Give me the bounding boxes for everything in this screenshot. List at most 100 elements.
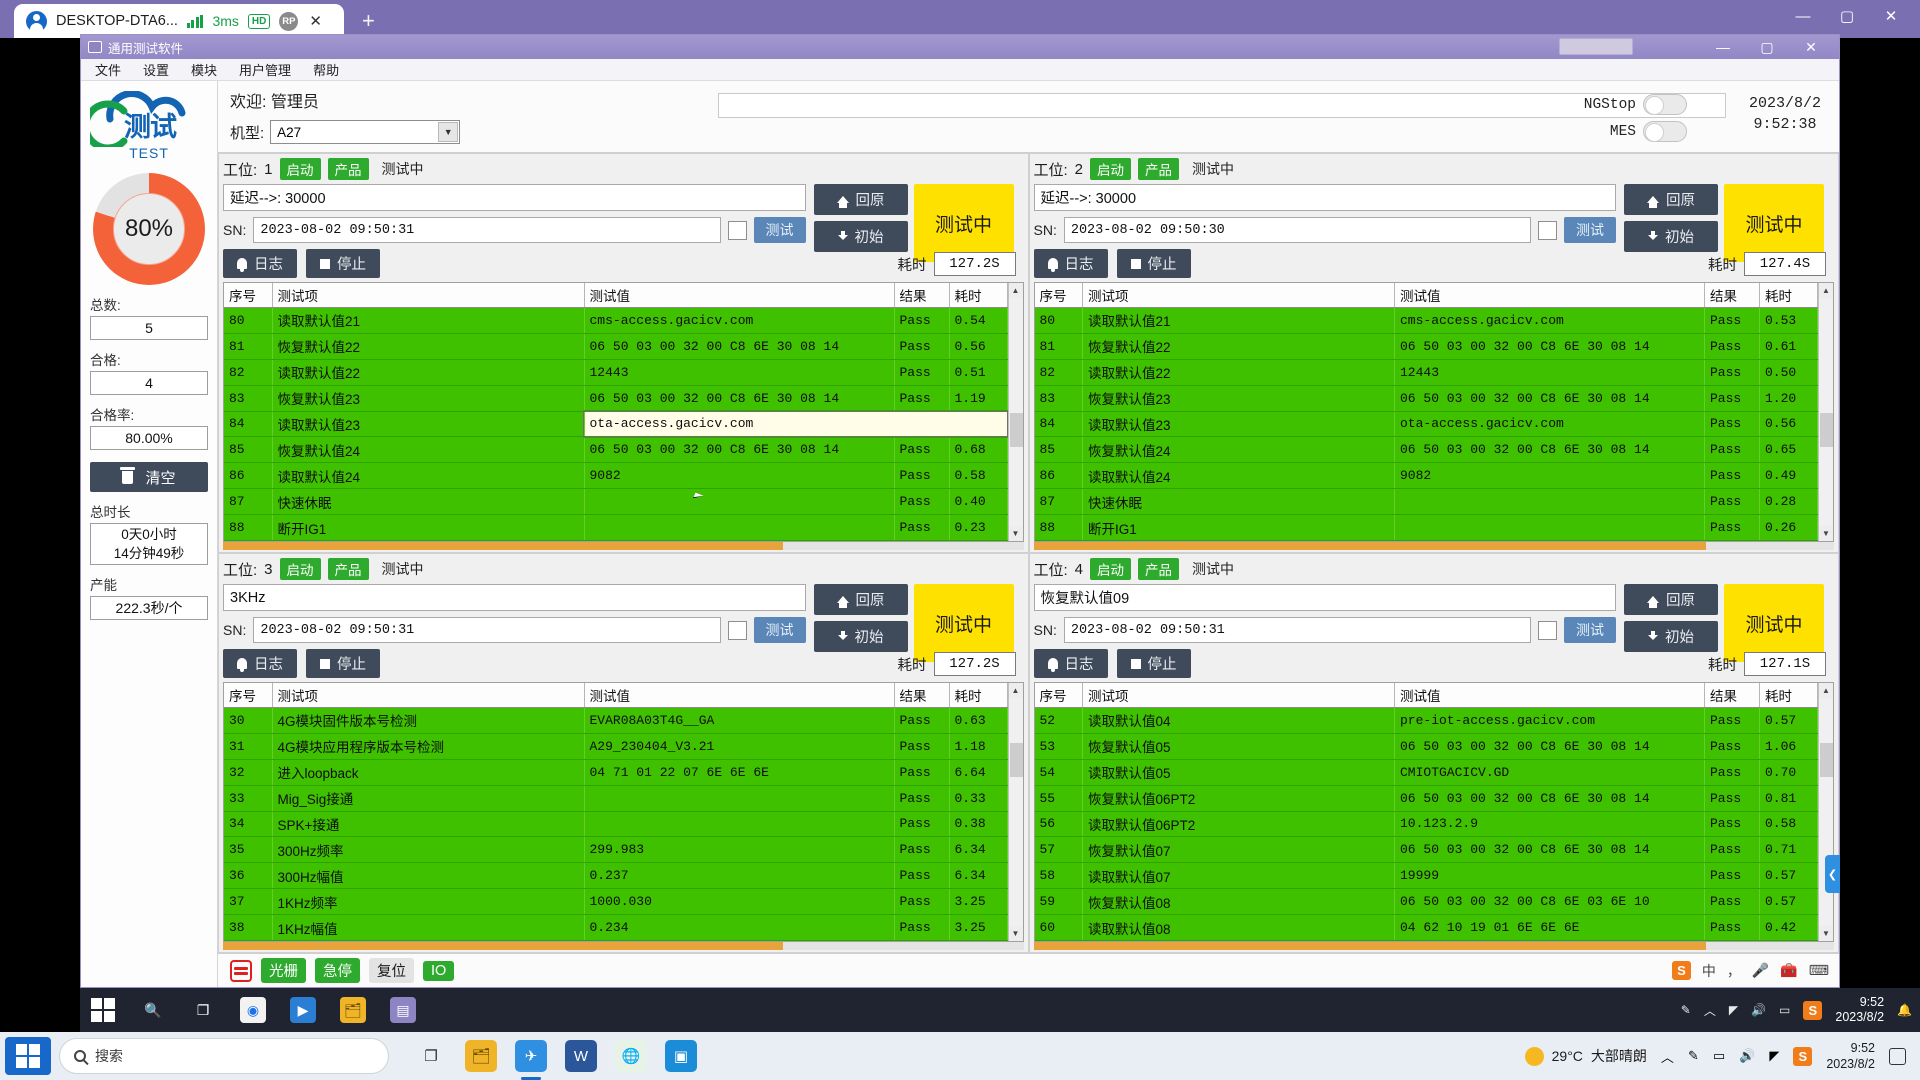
- remote-chevron-up-icon[interactable]: ︿: [1704, 1002, 1716, 1019]
- sn-input[interactable]: 2023-08-02 09:50:31: [253, 217, 721, 243]
- table-row[interactable]: 84 读取默认值23 ota-access.gacicv.com: [224, 410, 1008, 438]
- table-row[interactable]: 33 Mig_Sig接通 Pass 0.33: [224, 785, 1008, 812]
- delay-field[interactable]: 3KHz: [223, 584, 806, 611]
- init-button[interactable]: 初始: [1624, 621, 1718, 652]
- menu-item-file[interactable]: 文件: [95, 60, 121, 79]
- microphone-icon[interactable]: 🎤: [1752, 962, 1769, 979]
- table-row[interactable]: 83 恢复默认值23 06 50 03 00 32 00 C8 6E 30 08 1…: [224, 385, 1008, 412]
- table-row[interactable]: 88 断开IG1 Pass 0.23: [224, 514, 1008, 541]
- host-battery-icon[interactable]: ▭: [1713, 1048, 1725, 1064]
- column-header-elapsed[interactable]: 耗时: [1759, 683, 1818, 708]
- hscrollbar-thumb[interactable]: [1033, 542, 1706, 550]
- toolbox-icon[interactable]: 🧰: [1780, 962, 1797, 979]
- app-minimize-icon[interactable]: —: [1701, 35, 1745, 59]
- home-button[interactable]: 回原: [813, 584, 908, 615]
- grating-button[interactable]: 光栅: [261, 958, 306, 983]
- table-row[interactable]: 56 读取默认值06PT2 10.123.2.9 Pass 0.58: [1034, 811, 1818, 838]
- start-tag[interactable]: 启动: [1090, 558, 1132, 580]
- scroll-up-arrow-icon[interactable]: ▲: [1008, 683, 1023, 698]
- ime-language-label[interactable]: 中: [1702, 961, 1716, 981]
- test-software-icon[interactable]: ▤: [390, 997, 416, 1023]
- delay-field[interactable]: 延迟-->: 30000: [223, 184, 806, 211]
- table-vertical-scrollbar[interactable]: ▲ ▼: [1007, 283, 1023, 541]
- table-row[interactable]: 85 恢复默认值24 06 50 03 00 32 00 C8 6E 30 08 1…: [1034, 436, 1818, 464]
- host-notification-icon[interactable]: [1889, 1047, 1906, 1065]
- table-row[interactable]: 59 恢复默认值08 06 50 03 00 32 00 C8 6E 03 6E 1…: [1034, 888, 1818, 915]
- sn-checkbox[interactable]: [1538, 220, 1557, 240]
- scroll-up-arrow-icon[interactable]: ▲: [1819, 283, 1833, 298]
- table-row[interactable]: 52 读取默认值04 pre-iot-access.gacicv.com Pass 0.…: [1034, 707, 1818, 734]
- table-row[interactable]: 60 读取默认值08 04 62 10 19 01 6E 6E 6E Pass 0.42: [1034, 914, 1818, 941]
- test-button[interactable]: 测试: [1564, 617, 1616, 643]
- column-header-result[interactable]: 结果: [894, 283, 950, 308]
- host-browser-icon[interactable]: 🌐: [615, 1040, 647, 1072]
- table-vertical-scrollbar[interactable]: ▲ ▼: [1818, 283, 1833, 541]
- column-header-test-value[interactable]: 测试值: [1394, 283, 1705, 308]
- sn-checkbox[interactable]: [1538, 620, 1557, 640]
- column-header-result[interactable]: 结果: [1704, 683, 1760, 708]
- column-header-index[interactable]: 序号: [1034, 283, 1083, 308]
- host-volume-icon[interactable]: 🔊: [1739, 1048, 1755, 1064]
- menu-item-modules[interactable]: 模块: [191, 60, 217, 79]
- remote-sogou-icon[interactable]: S: [1803, 1000, 1823, 1020]
- table-vertical-scrollbar[interactable]: ▲ ▼: [1007, 683, 1023, 941]
- scrollbar-thumb[interactable]: [1009, 743, 1023, 777]
- home-button[interactable]: 回原: [813, 184, 908, 215]
- menu-item-help[interactable]: 帮助: [313, 60, 339, 79]
- new-tab-icon[interactable]: +: [362, 8, 375, 34]
- column-header-result[interactable]: 结果: [1704, 283, 1760, 308]
- remote-session-tab[interactable]: DESKTOP-DTA6... 3ms HD RP ✕: [14, 4, 344, 38]
- weather-widget[interactable]: 29°C 大部晴朗: [1524, 1046, 1647, 1066]
- host-clock[interactable]: 9:52 2023/8/2: [1826, 1040, 1875, 1072]
- column-header-test-value[interactable]: 测试值: [584, 283, 895, 308]
- app-maximize-icon[interactable]: ▢: [1745, 35, 1789, 59]
- hscrollbar-thumb[interactable]: [1033, 942, 1706, 950]
- clear-button[interactable]: 清空: [90, 462, 208, 492]
- keyboard-icon[interactable]: ⌨: [1809, 962, 1829, 979]
- table-row[interactable]: 81 恢复默认值22 06 50 03 00 32 00 C8 6E 30 08 1…: [1034, 333, 1818, 360]
- close-tab-icon[interactable]: ✕: [309, 12, 322, 30]
- table-horizontal-scrollbar[interactable]: [1033, 542, 1834, 550]
- start-tag[interactable]: 启动: [1090, 158, 1132, 180]
- reset-button[interactable]: 复位: [369, 958, 414, 983]
- media-player-icon[interactable]: ▶: [290, 997, 316, 1023]
- remote-pen-icon[interactable]: ✎: [1681, 1003, 1691, 1017]
- scroll-up-arrow-icon[interactable]: ▲: [1819, 683, 1833, 698]
- sn-input[interactable]: 2023-08-02 09:50:30: [1063, 217, 1531, 243]
- remote-battery-icon[interactable]: ▭: [1779, 1003, 1790, 1017]
- table-row[interactable]: 86 读取默认值24 9082 Pass 0.58: [224, 462, 1008, 490]
- scroll-down-arrow-icon[interactable]: ▼: [1819, 926, 1833, 941]
- remote-start-icon[interactable]: [90, 997, 116, 1023]
- table-row[interactable]: 86 读取默认值24 9082 Pass 0.49: [1034, 462, 1818, 490]
- menu-item-user-management[interactable]: 用户管理: [239, 60, 291, 79]
- sn-checkbox[interactable]: [727, 620, 747, 640]
- table-row[interactable]: 85 恢复默认值24 06 50 03 00 32 00 C8 6E 30 08 1…: [224, 436, 1008, 464]
- table-row[interactable]: 54 读取默认值05 CMIOTGACICV.GD Pass 0.70: [1034, 759, 1818, 786]
- hscrollbar-thumb[interactable]: [223, 542, 784, 550]
- host-wps-icon[interactable]: W: [565, 1040, 597, 1072]
- scrollbar-thumb[interactable]: [1820, 413, 1833, 447]
- table-horizontal-scrollbar[interactable]: [223, 942, 1024, 950]
- task-view-icon[interactable]: ❐: [415, 1040, 447, 1072]
- table-row[interactable]: 82 读取默认值22 12443 Pass 0.51: [224, 359, 1008, 386]
- scrollbar-thumb[interactable]: [1009, 413, 1023, 447]
- host-network-icon[interactable]: ◤: [1769, 1048, 1779, 1064]
- test-button[interactable]: 测试: [753, 217, 806, 243]
- scrollbar-thumb[interactable]: [1820, 743, 1833, 777]
- host-meeting-icon[interactable]: ▣: [665, 1040, 697, 1072]
- column-header-elapsed[interactable]: 耗时: [949, 683, 1008, 708]
- product-tag[interactable]: 产品: [327, 158, 369, 180]
- init-button[interactable]: 初始: [813, 621, 908, 652]
- column-header-test-item[interactable]: 测试项: [272, 683, 585, 708]
- ime-punctuation-icon[interactable]: ，: [1727, 961, 1741, 981]
- sogou-logo-icon[interactable]: S: [1671, 961, 1691, 980]
- table-row[interactable]: 30 4G模块固件版本号检测 EVAR08A03T4G__GA Pass 0.63: [224, 707, 1008, 734]
- minimize-icon[interactable]: —: [1782, 2, 1824, 30]
- table-row[interactable]: 32 进入loopback 04 71 01 22 07 6E 6E 6E Pass 6…: [224, 759, 1008, 786]
- start-tag[interactable]: 启动: [279, 558, 321, 580]
- app-close-icon[interactable]: ✕: [1789, 35, 1833, 59]
- host-file-explorer-icon[interactable]: 🗂: [465, 1040, 497, 1072]
- remote-taskview-icon[interactable]: ❐: [190, 997, 216, 1023]
- table-row[interactable]: 31 4G模块应用程序版本号检测 A29_230404_V3.21 Pass 1.18: [224, 733, 1008, 760]
- scroll-down-arrow-icon[interactable]: ▼: [1008, 926, 1023, 941]
